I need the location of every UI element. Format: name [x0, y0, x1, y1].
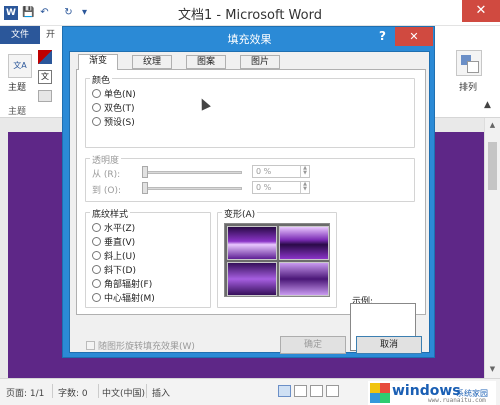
scroll-up-icon[interactable]: ▲: [487, 120, 498, 131]
radio-circle[interactable]: [92, 117, 101, 126]
themes-button-label: 主题: [8, 83, 27, 93]
radio-circle[interactable]: [92, 279, 101, 288]
arrange-button[interactable]: [456, 50, 482, 76]
spin-arrows-icon[interactable]: ▲ ▼: [300, 166, 309, 177]
fill-effects-dialog: 填充效果 ? ✕ 渐变 纹理 图案 图片 颜色 单色(N) 双色(T) 预设(S…: [62, 26, 435, 358]
radio-circle[interactable]: [92, 265, 101, 274]
radio-circle[interactable]: [92, 223, 101, 232]
watermark-url: www.ruanaitu.com: [428, 397, 486, 404]
tab-pattern[interactable]: 图案: [186, 55, 226, 69]
arrange-button-label: 排列: [459, 83, 478, 93]
to-percent-input[interactable]: 0 % ▲ ▼: [252, 181, 310, 194]
ribbon-group-label: 主题: [8, 107, 27, 117]
window-close-button[interactable]: ✕: [462, 0, 500, 22]
radio-circle[interactable]: [92, 251, 101, 260]
tab-file[interactable]: 文件: [0, 26, 40, 44]
variant-swatch[interactable]: [227, 262, 277, 296]
rotate-with-shape-checkbox[interactable]: 随图形旋转填充效果(W): [86, 339, 195, 352]
variant-swatch[interactable]: [279, 226, 329, 260]
tab-picture[interactable]: 图片: [240, 55, 280, 69]
status-words[interactable]: 字数: 0: [58, 386, 88, 399]
watermark-logo: windows 系统家园 www.ruanaitu.com: [368, 381, 496, 405]
theme-effects-icon[interactable]: [38, 90, 52, 102]
variants-label: 变形(A): [222, 207, 258, 220]
tab-gradient[interactable]: 渐变: [78, 54, 118, 70]
from-slider-thumb[interactable]: [142, 166, 148, 178]
status-divider: [146, 384, 147, 398]
to-slider[interactable]: [142, 187, 242, 190]
themes-button[interactable]: 文A: [8, 54, 32, 78]
transparency-group-label: 透明度: [90, 153, 122, 166]
radio-from-center[interactable]: 中心辐射(M): [92, 291, 155, 304]
theme-fonts-icon[interactable]: 文: [38, 70, 52, 84]
to-slider-thumb[interactable]: [142, 182, 148, 194]
radio-preset[interactable]: 预设(S): [92, 115, 135, 128]
variant-swatch[interactable]: [227, 226, 277, 260]
status-divider: [98, 384, 99, 398]
status-mode[interactable]: 插入: [152, 386, 170, 399]
variant-swatch[interactable]: [279, 262, 329, 296]
shading-styles-group: 底纹样式 水平(Z) 垂直(V) 斜上(U) 斜下(D) 角部辐射(F) 中心辐…: [85, 207, 211, 308]
from-slider[interactable]: [142, 171, 242, 174]
colors-group: 颜色 单色(N) 双色(T) 预设(S): [85, 73, 415, 148]
reading-view-button[interactable]: [294, 385, 307, 397]
web-layout-view-button[interactable]: [310, 385, 323, 397]
colors-group-label: 颜色: [90, 73, 113, 86]
tab-texture[interactable]: 纹理: [132, 55, 172, 69]
radio-diagonal-up[interactable]: 斜上(U): [92, 249, 136, 262]
status-bar: 页面: 1/1 字数: 0 中文(中国) 插入 windows 系统家园 www…: [0, 378, 500, 405]
cancel-button[interactable]: 取消: [356, 336, 422, 354]
window-title: 文档1 - Microsoft Word: [178, 8, 322, 23]
transparency-group: 透明度 从 (R): 0 % ▲ ▼ 到 (O): 0 % ▲ ▼: [85, 153, 415, 202]
help-icon[interactable]: ?: [379, 29, 393, 43]
print-layout-view-button[interactable]: [278, 385, 291, 397]
dialog-body: 渐变 纹理 图案 图片 颜色 单色(N) 双色(T) 预设(S) 透明度 从 (…: [69, 51, 430, 354]
status-language[interactable]: 中文(中国): [102, 386, 145, 399]
spin-arrows-icon[interactable]: ▲ ▼: [300, 182, 309, 193]
radio-circle[interactable]: [92, 103, 101, 112]
ok-button[interactable]: 确定: [280, 336, 346, 354]
from-label: 从 (R):: [92, 170, 121, 180]
status-divider: [52, 384, 53, 398]
to-label: 到 (O):: [92, 186, 121, 196]
radio-vertical[interactable]: 垂直(V): [92, 235, 135, 248]
radio-from-corner[interactable]: 角部辐射(F): [92, 277, 152, 290]
radio-circle[interactable]: [92, 89, 101, 98]
outline-view-button[interactable]: [326, 385, 339, 397]
radio-circle[interactable]: [92, 293, 101, 302]
from-percent-input[interactable]: 0 % ▲ ▼: [252, 165, 310, 178]
checkbox-box[interactable]: [86, 341, 95, 350]
radio-one-color[interactable]: 单色(N): [92, 87, 136, 100]
radio-horizontal[interactable]: 水平(Z): [92, 221, 135, 234]
shading-styles-label: 底纹样式: [90, 207, 131, 220]
scroll-thumb[interactable]: [488, 142, 497, 190]
title-bar: W 💾 ↶ ↻ ▾ 文档1 - Microsoft Word ✕: [0, 0, 500, 26]
dialog-close-button[interactable]: ✕: [395, 27, 433, 46]
radio-two-colors[interactable]: 双色(T): [92, 101, 135, 114]
vertical-scrollbar[interactable]: ▲ ▼: [484, 118, 500, 378]
gradient-tab-panel: 颜色 单色(N) 双色(T) 预设(S) 透明度 从 (R): 0 % ▲ ▼ 到…: [76, 69, 426, 315]
scroll-down-icon[interactable]: ▼: [487, 364, 498, 375]
windows-logo-icon: [370, 383, 390, 403]
variants-group: 变形(A): [217, 207, 337, 308]
radio-diagonal-down[interactable]: 斜下(D): [92, 263, 136, 276]
variants-grid: [224, 223, 330, 297]
status-page[interactable]: 页面: 1/1: [6, 386, 44, 399]
theme-colors-icon[interactable]: [38, 50, 52, 64]
radio-circle[interactable]: [92, 237, 101, 246]
tab-home[interactable]: 开: [46, 26, 55, 44]
collapse-ribbon-icon[interactable]: ▲: [484, 100, 491, 110]
